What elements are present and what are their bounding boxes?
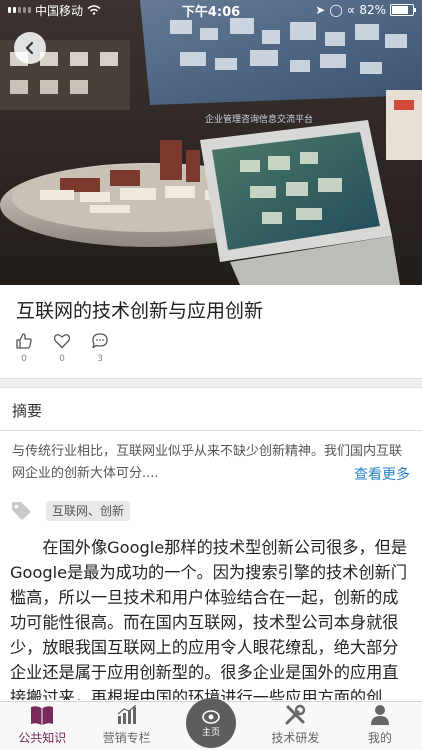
- view-more-link[interactable]: 查看更多: [354, 464, 410, 484]
- article-title: 互联网的技术创新与应用创新: [16, 300, 264, 322]
- location-icon: ➤: [315, 3, 326, 17]
- comment-icon: [92, 333, 108, 349]
- alarm-icon: ◯: [329, 3, 343, 17]
- comment-button[interactable]: 3: [90, 332, 110, 364]
- tab-label: 营销专栏: [102, 731, 151, 745]
- user-icon: [370, 705, 389, 725]
- hero-image: 企业管理咨询信息交流平台: [0, 0, 422, 285]
- signal-icon: [8, 7, 31, 13]
- tab-bar: 公共知识 营销专栏 主页 技术研发 我的: [0, 698, 422, 750]
- wifi-icon: [87, 5, 101, 15]
- tab-label: 主页: [202, 727, 221, 738]
- favorite-button[interactable]: 0: [52, 332, 72, 364]
- article-actions: 0 0 3: [14, 332, 110, 364]
- tab-public-knowledge[interactable]: 公共知识: [0, 702, 84, 750]
- summary-divider: [0, 430, 422, 431]
- article-body: 在国外像Google那样的技术型创新公司很多，但是Google是最为成功的一个。…: [10, 538, 408, 700]
- tab-mine[interactable]: 我的: [338, 702, 422, 750]
- tab-tech-rd[interactable]: 技术研发: [253, 702, 337, 750]
- tools-icon: [285, 704, 306, 725]
- home-eye-icon: [202, 709, 220, 724]
- comment-count: 3: [97, 354, 103, 364]
- heart-icon: [53, 334, 71, 349]
- summary-heading: 摘要: [12, 402, 43, 420]
- battery-icon: [390, 4, 416, 16]
- bar-chart-icon: [117, 705, 136, 724]
- summary-text: 与传统行业相比，互联网业似乎从来不缺少创新精神。我们国内互联网企业的创新大体可分…: [12, 444, 403, 481]
- tag-icon: [12, 502, 31, 520]
- carrier-name: 中国移动: [35, 3, 84, 18]
- section-divider: [0, 378, 422, 388]
- back-button[interactable]: [14, 32, 46, 64]
- tab-marketing[interactable]: 营销专栏: [84, 702, 168, 750]
- battery-percent: 82%: [359, 3, 386, 17]
- like-count: 0: [21, 354, 27, 364]
- article-tag[interactable]: 互联网、创新: [46, 501, 131, 521]
- bluetooth-icon: ∝: [346, 3, 356, 17]
- book-icon: [31, 706, 54, 725]
- home-button[interactable]: 主页: [186, 698, 237, 748]
- chevron-left-icon: [25, 41, 34, 55]
- status-bar: 中国移动 下午4:06 ➤ ◯ ∝ 82%: [0, 0, 422, 20]
- favorite-count: 0: [59, 354, 65, 364]
- tab-label: 公共知识: [18, 731, 67, 745]
- like-button[interactable]: 0: [14, 332, 34, 364]
- tab-home[interactable]: 主页: [169, 698, 253, 750]
- tab-label: 技术研发: [271, 731, 320, 745]
- banner-text: 企业管理咨询信息交流平台: [205, 113, 313, 125]
- tab-label: 我的: [367, 731, 392, 745]
- thumbs-up-icon: [16, 333, 32, 349]
